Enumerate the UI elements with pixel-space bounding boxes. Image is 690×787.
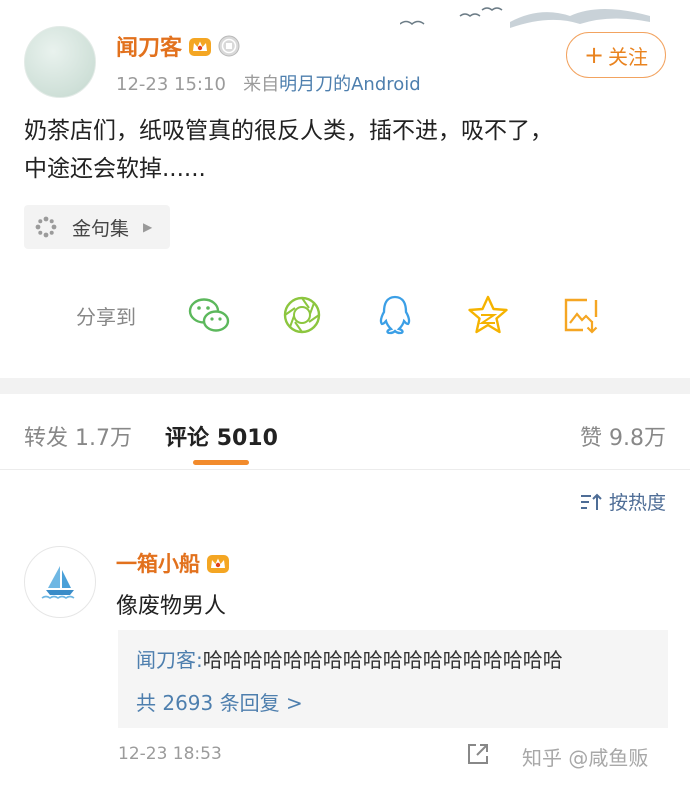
comment-time: 12-23 18:53 xyxy=(118,744,222,764)
reply-username[interactable]: 闻刀客: xyxy=(136,648,203,672)
topic-label: 金句集 xyxy=(72,217,130,240)
tab-like[interactable]: 赞 9.8万 xyxy=(580,420,666,452)
share-label: 分享到 xyxy=(76,304,136,329)
commenter-avatar[interactable] xyxy=(24,546,96,618)
post-time: 12-23 15:10 xyxy=(116,74,226,95)
section-divider xyxy=(0,378,690,394)
qq-icon[interactable] xyxy=(372,292,418,338)
tab-repost[interactable]: 转发 1.7万 xyxy=(24,420,132,452)
wechat-icon[interactable] xyxy=(186,292,232,338)
share-row: 分享到 xyxy=(76,292,651,338)
sort-button[interactable]: 按热度 xyxy=(579,488,666,515)
tab-comment[interactable]: 评论 5010 xyxy=(165,420,278,452)
post-card: 闻刀客 12-23 15:10 来自明月刀的Android + 关注 奶茶店们，… xyxy=(0,0,690,378)
reply-preview[interactable]: 闻刀客:哈哈哈哈哈哈哈哈哈哈哈哈哈哈哈哈哈哈 共 2693 条回复 > xyxy=(118,630,668,728)
crown-badge-icon xyxy=(189,38,212,56)
follow-button[interactable]: + 关注 xyxy=(566,32,666,78)
post-meta: 12-23 15:10 来自明月刀的Android xyxy=(116,70,421,96)
commenter-name[interactable]: 一箱小船 xyxy=(116,548,200,578)
sort-icon xyxy=(580,493,602,510)
save-image-icon[interactable] xyxy=(558,292,604,338)
plus-icon: + xyxy=(583,41,605,69)
moments-icon[interactable] xyxy=(279,292,325,338)
comment-tabs: 转发 1.7万 评论 5010 赞 9.8万 xyxy=(0,394,690,470)
watermark: 知乎 @咸鱼贩 xyxy=(522,746,649,770)
reply-text: 哈哈哈哈哈哈哈哈哈哈哈哈哈哈哈哈哈哈 xyxy=(202,648,563,672)
medal-badge-icon xyxy=(218,35,240,57)
comment-text: 像废物男人 xyxy=(116,594,227,619)
post-content: 奶茶店们，纸吸管真的很反人类，插不进，吸不了， 中途还会软掉...... xyxy=(24,112,674,188)
author-line: 闻刀客 xyxy=(116,30,240,62)
tab-comment-count: 5010 xyxy=(216,426,278,451)
post-content-line: 中途还会软掉...... xyxy=(24,156,206,182)
active-tab-indicator xyxy=(193,460,249,465)
post-source-link[interactable]: 明月刀的Android xyxy=(279,74,421,95)
follow-label: 关注 xyxy=(608,44,649,69)
crown-badge-icon xyxy=(207,555,229,573)
boat-icon xyxy=(41,566,75,599)
chevron-right-icon: ▶ xyxy=(143,220,153,234)
share-icon[interactable] xyxy=(466,742,490,766)
more-replies-link[interactable]: 共 2693 条回复 > xyxy=(136,687,650,716)
tab-comment-label: 评论 xyxy=(165,426,210,451)
topic-icon xyxy=(35,216,57,238)
author-name[interactable]: 闻刀客 xyxy=(116,30,182,62)
sort-label: 按热度 xyxy=(608,492,666,514)
post-content-line: 奶茶店们，纸吸管真的很反人类，插不进，吸不了， xyxy=(24,118,553,144)
commenter-line: 一箱小船 xyxy=(116,548,230,578)
qzone-icon[interactable] xyxy=(465,292,511,338)
post-source-prefix: 来自 xyxy=(243,74,280,95)
topic-chip[interactable]: 金句集 ▶ xyxy=(24,205,171,249)
author-avatar[interactable] xyxy=(24,26,96,98)
reply-line: 闻刀客:哈哈哈哈哈哈哈哈哈哈哈哈哈哈哈哈哈哈 xyxy=(136,644,650,673)
